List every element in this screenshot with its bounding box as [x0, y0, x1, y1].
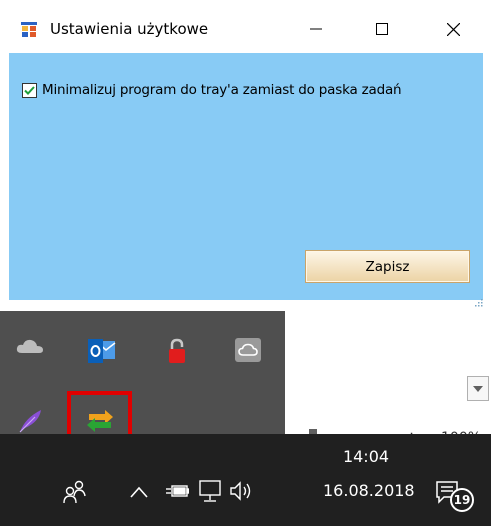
battery-plug-icon[interactable]	[164, 479, 190, 503]
network-icon[interactable]	[196, 478, 224, 504]
red-lock-icon[interactable]	[161, 335, 193, 367]
cloud-sync-icon[interactable]	[232, 334, 264, 366]
minimize-to-tray-option[interactable]: Minimalizuj program do tray'a zamiast do…	[22, 82, 402, 98]
resize-grip[interactable]	[475, 292, 483, 307]
resize-grip-icon	[475, 299, 483, 307]
dialog-title: Ustawienia użytkowe	[50, 20, 209, 38]
minimize-icon	[310, 28, 322, 30]
clock-date[interactable]: 16.08.2018	[323, 481, 415, 500]
people-icon[interactable]	[58, 475, 92, 509]
show-hidden-icons-chevron[interactable]	[127, 480, 151, 504]
chevron-down-icon	[473, 385, 483, 392]
onedrive-cloud-icon[interactable]	[14, 330, 46, 362]
clock-time[interactable]: 14:04	[326, 447, 406, 466]
close-icon	[446, 22, 460, 36]
volume-icon[interactable]	[228, 478, 256, 504]
outlook-icon[interactable]	[86, 335, 118, 367]
notification-count-badge: 19	[450, 488, 474, 512]
save-button[interactable]: Zapisz	[305, 250, 470, 283]
settings-dialog: Ustawienia użytkowe Minimalizuj program …	[0, 0, 491, 307]
minimize-button[interactable]	[293, 6, 339, 52]
close-button[interactable]	[430, 6, 476, 52]
background-app-area	[285, 311, 491, 434]
app-dropdown-button[interactable]	[467, 376, 489, 401]
minimize-to-tray-checkbox[interactable]	[22, 82, 37, 98]
app-window-icon	[21, 22, 37, 38]
maximize-icon	[376, 23, 388, 35]
maximize-button[interactable]	[359, 6, 405, 52]
checkmark-icon	[24, 85, 35, 95]
minimize-to-tray-label[interactable]: Minimalizuj program do tray'a zamiast do…	[42, 82, 402, 98]
purple-feather-icon[interactable]	[14, 405, 46, 437]
